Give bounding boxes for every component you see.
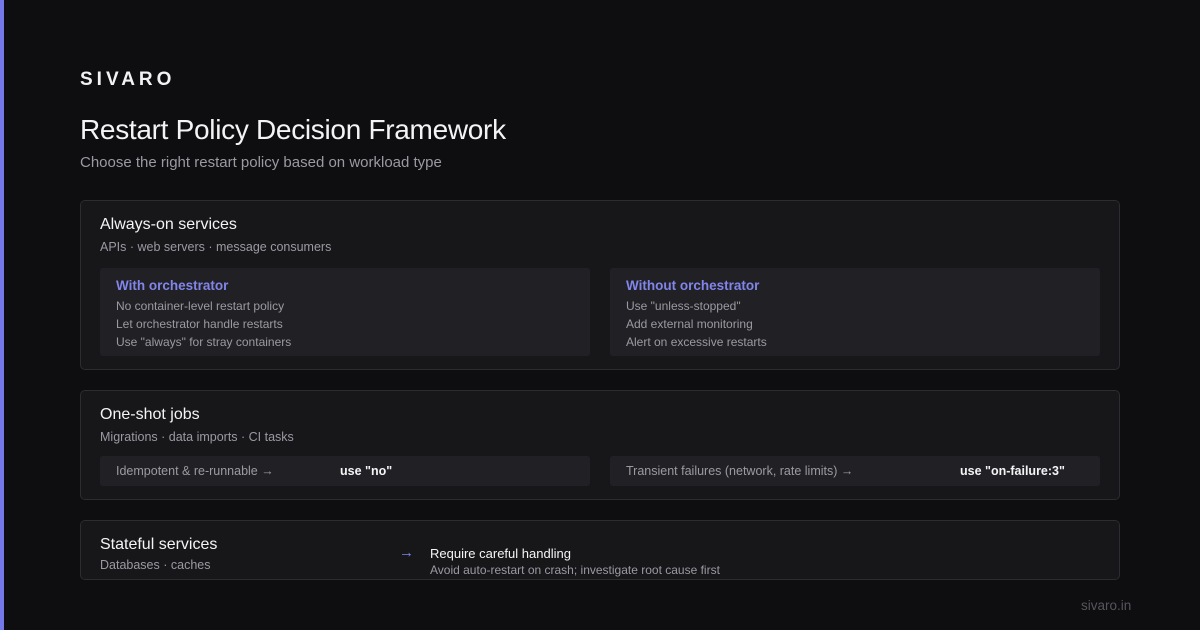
without-orchestrator-heading: Without orchestrator	[626, 278, 760, 293]
without-orchestrator-line: Alert on excessive restarts	[626, 335, 767, 349]
stateful-examples: Databases · caches	[100, 558, 211, 572]
page-subtitle: Choose the right restart policy based on…	[80, 154, 442, 171]
without-orchestrator-line: Use "unless-stopped"	[626, 299, 741, 313]
footer-url: sivaro.in	[1081, 598, 1132, 613]
idempotent-label: Idempotent & re-runnable →	[116, 464, 274, 478]
without-orchestrator-line: Add external monitoring	[626, 317, 753, 331]
one-shot-card: One-shot jobs Migrations · data imports …	[80, 390, 1120, 500]
with-orchestrator-panel: With orchestrator No container-level res…	[100, 268, 590, 356]
accent-bar	[0, 0, 4, 630]
with-orchestrator-line: No container-level restart policy	[116, 299, 285, 313]
always-on-examples: APIs · web servers · message consumers	[100, 240, 332, 254]
idempotent-row: Idempotent & re-runnable → use "no"	[100, 456, 590, 486]
transient-value: use "on-failure:3"	[960, 464, 1065, 478]
without-orchestrator-panel: Without orchestrator Use "unless-stopped…	[610, 268, 1100, 356]
stateful-description: Avoid auto-restart on crash; investigate…	[430, 563, 720, 577]
page-title: Restart Policy Decision Framework	[80, 114, 506, 145]
transient-label: Transient failures (network, rate limits…	[626, 464, 854, 478]
always-on-title: Always-on services	[100, 216, 237, 233]
stateful-heading: Require careful handling	[430, 546, 571, 561]
stateful-title: Stateful services	[100, 536, 218, 553]
with-orchestrator-heading: With orchestrator	[116, 278, 229, 293]
stateful-card: Stateful services Databases · caches → R…	[80, 520, 1120, 580]
one-shot-examples: Migrations · data imports · CI tasks	[100, 430, 294, 444]
brand-logo: SIVARO	[80, 69, 176, 90]
always-on-card: Always-on services APIs · web servers · …	[80, 200, 1120, 370]
with-orchestrator-line: Use "always" for stray containers	[116, 335, 292, 349]
idempotent-value: use "no"	[340, 464, 393, 478]
transient-row: Transient failures (network, rate limits…	[610, 456, 1100, 486]
one-shot-title: One-shot jobs	[100, 406, 200, 423]
arrow-right-icon: →	[399, 544, 414, 561]
with-orchestrator-line: Let orchestrator handle restarts	[116, 317, 283, 331]
